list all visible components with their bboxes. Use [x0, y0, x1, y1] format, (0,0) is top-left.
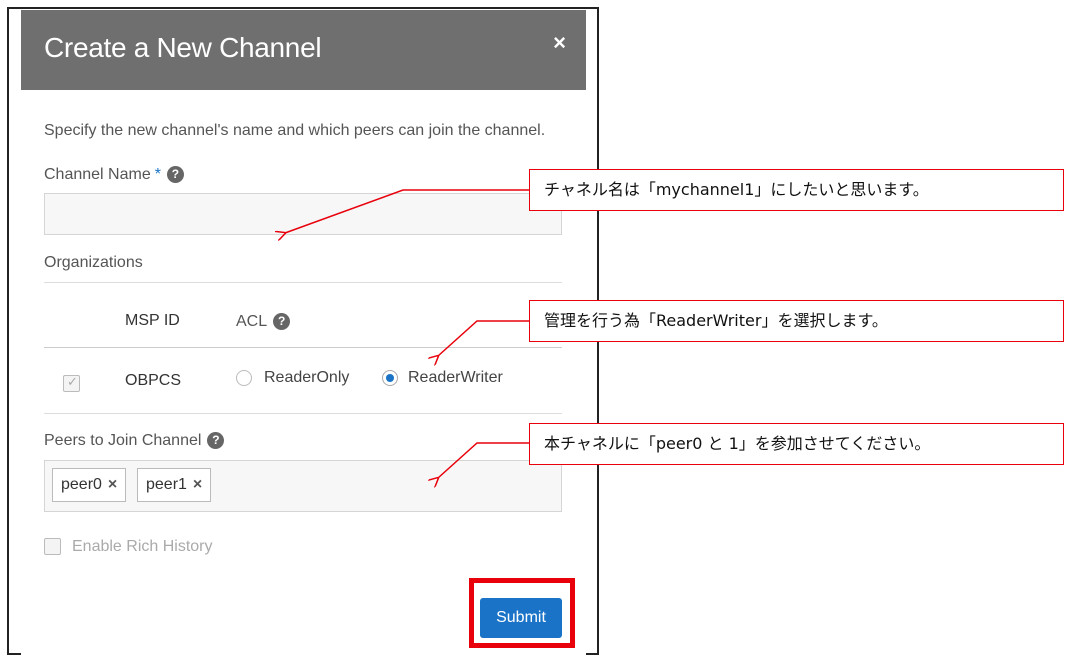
arrow-acl	[438, 320, 529, 356]
callout-peers: 本チャネルに「peer0 と 1」を参加させてください。	[529, 423, 1064, 465]
callout-acl: 管理を行う為「ReaderWriter」を選択します。	[529, 300, 1064, 342]
arrow-peers	[438, 442, 529, 478]
arrow-channel-name	[285, 189, 529, 233]
callout-channel-name: チャネル名は「mychannel1」にしたいと思います。	[529, 169, 1064, 211]
